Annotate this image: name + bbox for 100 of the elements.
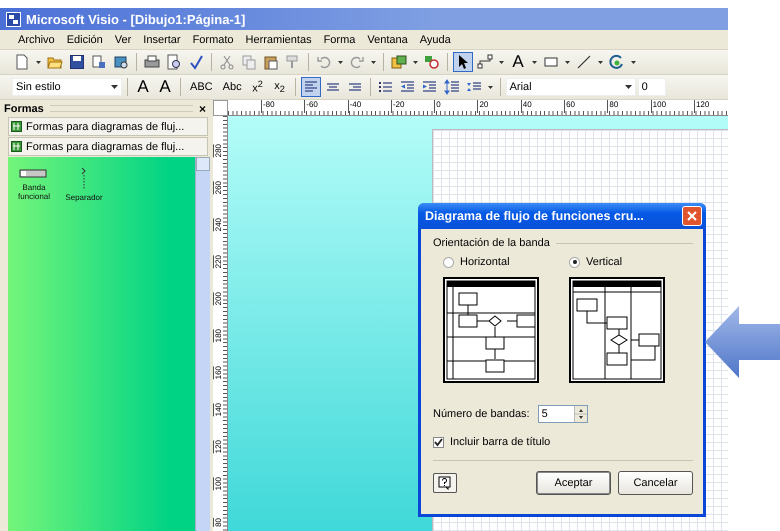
close-button[interactable] [682,206,702,226]
ruler-label: 140 [213,402,223,416]
ruler-label: -80 [261,100,304,113]
checkbox-option[interactable]: Incluir barra de título [433,436,693,448]
dropdown-arrow-icon [371,60,376,64]
dialog-button[interactable]: Aceptar [536,471,611,495]
menu-item[interactable]: Herramientas [240,32,318,48]
dropdown-arrow-icon [631,60,636,64]
ruler-label: 240 [213,218,223,231]
dropdown-arrow-icon [36,60,41,64]
stencil-icon [11,141,22,152]
spell-check-icon [188,54,204,70]
font-size-field[interactable]: 0 [638,78,666,96]
stencil-icon [391,54,407,70]
scrollbar[interactable] [195,157,210,531]
menu-item[interactable]: Formato [186,32,240,48]
clipboard-icon [263,54,279,70]
dropdown-arrow-icon [488,86,493,88]
ruler-label: 180 [213,328,223,342]
band-shape-icon[interactable] [19,167,49,179]
dropdown-arrow-icon [598,60,603,64]
text-format-button[interactable]: A [508,52,528,72]
rotate-icon [609,54,625,70]
dropdown-arrow-icon[interactable] [624,85,632,89]
shape-label: Banda funcional [16,183,52,201]
dropdown-arrow-icon [565,60,570,64]
close-icon [687,211,697,221]
stencil-label: Formas para diagramas de fluj... [26,120,184,132]
menu-item[interactable]: Edición [60,32,109,48]
font-dropdown[interactable]: Arial [506,78,636,96]
stencil-label: Formas para diagramas de fluj... [26,140,184,152]
text-format-button[interactable]: x$^{2}$ [248,77,268,97]
help-button[interactable] [433,473,457,493]
dropdown-arrow-icon [499,60,504,64]
text-format-button[interactable]: x$_{2}$ [270,77,290,97]
dialog-title: Diagrama de flujo de funciones cru... [425,209,644,223]
line-spacing-icon [444,79,460,95]
copy-icon [241,54,257,70]
stencil-tab[interactable]: Formas para diagramas de fluj... [8,117,208,136]
ruler-label: 80 [607,100,651,113]
ruler-label: 220 [213,254,223,268]
redo-icon [349,54,365,70]
stencil-icon [11,121,22,132]
printer-icon [144,54,160,70]
ruler-label: 120 [213,440,223,453]
menu-item[interactable]: Forma [318,32,362,48]
line-spacing-button[interactable] [442,77,462,97]
dropdown-arrow-icon [338,60,343,64]
help-icon [438,476,452,490]
field-label: Número de bandas: [433,408,530,420]
check-icon [434,438,443,446]
dropdown-arrow-icon [532,60,537,64]
ruler-label: -60 [304,100,348,113]
app-icon [6,12,21,26]
shape-label: Separador [65,193,103,202]
menu-item[interactable]: Insertar [137,32,187,48]
undo-icon [316,54,332,70]
menu-item[interactable]: Ver [108,32,138,48]
menu-item[interactable]: Ventana [361,32,414,48]
panel-grip[interactable] [50,105,193,112]
window-title: Microsoft Visio - [Dibujo1:Página-1] [26,12,246,26]
ruler-label: 120 [694,100,728,113]
line-icon [576,54,592,70]
style-dropdown[interactable]: Sin estilo [12,78,122,96]
ruler-label: 40 [520,100,564,113]
connector-icon [477,54,493,70]
separator-shape-icon[interactable] [80,167,88,189]
ruler-label: 280 [213,144,223,157]
radio-option[interactable]: Vertical [569,256,687,268]
close-button[interactable]: × [198,102,206,116]
ruler-label: 260 [213,180,223,194]
menu-item[interactable]: Ayuda [414,32,457,48]
ruler-label: -40 [348,100,391,113]
dropdown-arrow-icon [413,60,418,64]
ruler-label: 200 [213,292,223,305]
text-format-button[interactable]: ABC [186,77,217,97]
ruler-label: 60 [564,100,608,113]
text-format-button[interactable]: A [133,77,153,97]
menu-item[interactable]: Archivo [12,32,61,48]
pointer-button[interactable] [453,52,473,72]
ruler-label: 0 [434,100,478,113]
text-format-button[interactable]: A [155,77,175,97]
ruler-label: 80 [213,518,223,527]
group-label: Orientación de la banda [433,237,550,249]
number-field[interactable]: 5 [538,405,588,423]
stencil-tab[interactable]: Formas para diagramas de fluj... [8,137,208,156]
new-page-icon [14,54,30,70]
floppy-disk-button[interactable] [67,52,87,72]
ruler-label: -20 [390,100,434,113]
dialog-button[interactable]: Cancelar [618,471,693,495]
dropdown-arrow-icon[interactable] [111,85,118,89]
bullet-list-icon [378,79,394,95]
text-format-button[interactable]: Abc [218,77,246,97]
radio-option[interactable]: Horizontal [443,256,561,268]
ruler-label: 20 [477,100,521,113]
ruler-label: 100 [650,100,694,113]
print-preview-icon [166,54,182,70]
ruler-label: 160 [213,366,223,379]
align-left-button[interactable] [300,77,321,97]
pan-zoom-icon [424,54,440,70]
